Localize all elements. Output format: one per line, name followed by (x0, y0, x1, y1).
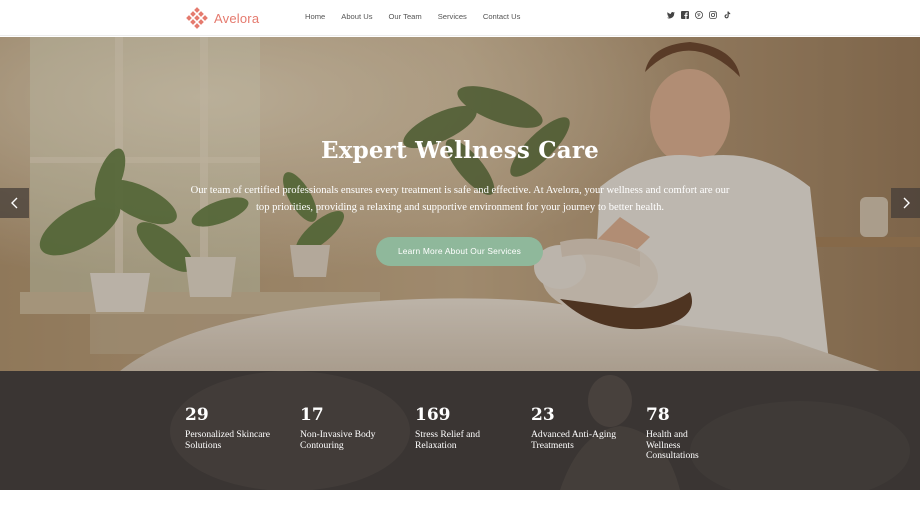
slider-prev-button[interactable] (0, 188, 29, 218)
facebook-icon[interactable] (681, 11, 689, 19)
page-bottom-strip (0, 490, 920, 514)
stats-section: 29 Personalized Skincare Solutions 17 No… (0, 371, 920, 490)
hero-slider: Expert Wellness Care Our team of certifi… (0, 37, 920, 371)
chevron-left-icon (10, 197, 17, 209)
stat-label: Advanced Anti-Aging Treatments (531, 429, 616, 451)
nav-contact-us[interactable]: Contact Us (483, 11, 521, 23)
stat-label: Health and Wellness Consultations (646, 429, 699, 461)
stat-label: Non-Invasive Body Contouring (300, 429, 376, 451)
nav-about-us[interactable]: About Us (341, 11, 372, 23)
stat-label: Stress Relief and Relaxation (415, 429, 481, 451)
nav-our-team[interactable]: Our Team (389, 11, 422, 23)
stat-number: 17 (300, 405, 324, 425)
stat-item: 78 Health and Wellness Consultations (646, 405, 716, 462)
chevron-right-icon (903, 197, 910, 209)
nav-services[interactable]: Services (438, 11, 467, 23)
pinterest-icon[interactable] (695, 11, 703, 19)
site-header: Avelora Home About Us Our Team Services … (0, 0, 920, 36)
hero-description: Our team of certified professionals ensu… (190, 185, 730, 213)
stat-item: 17 Non-Invasive Body Contouring (300, 405, 405, 451)
logo-mark-icon (186, 7, 208, 29)
brand-logo[interactable]: Avelora (186, 7, 259, 29)
hero-title: Expert Wellness Care (321, 137, 599, 164)
social-links (667, 11, 731, 19)
tiktok-icon[interactable] (723, 11, 731, 19)
twitter-icon[interactable] (667, 11, 675, 19)
stat-item: 23 Advanced Anti-Aging Treatments (531, 405, 636, 451)
stat-number: 78 (646, 405, 670, 425)
main-nav: Home About Us Our Team Services Contact … (305, 11, 536, 23)
stat-label: Personalized Skincare Solutions (185, 429, 270, 451)
nav-home[interactable]: Home (305, 11, 325, 23)
stat-item: 29 Personalized Skincare Solutions (185, 405, 290, 451)
slider-next-button[interactable] (891, 188, 920, 218)
brand-name: Avelora (214, 10, 260, 26)
stat-item: 169 Stress Relief and Relaxation (415, 405, 520, 451)
stat-number: 169 (415, 405, 451, 425)
instagram-icon[interactable] (709, 11, 717, 19)
learn-more-button[interactable]: Learn More About Our Services (376, 237, 543, 266)
stat-number: 29 (185, 405, 209, 425)
stat-number: 23 (531, 405, 555, 425)
